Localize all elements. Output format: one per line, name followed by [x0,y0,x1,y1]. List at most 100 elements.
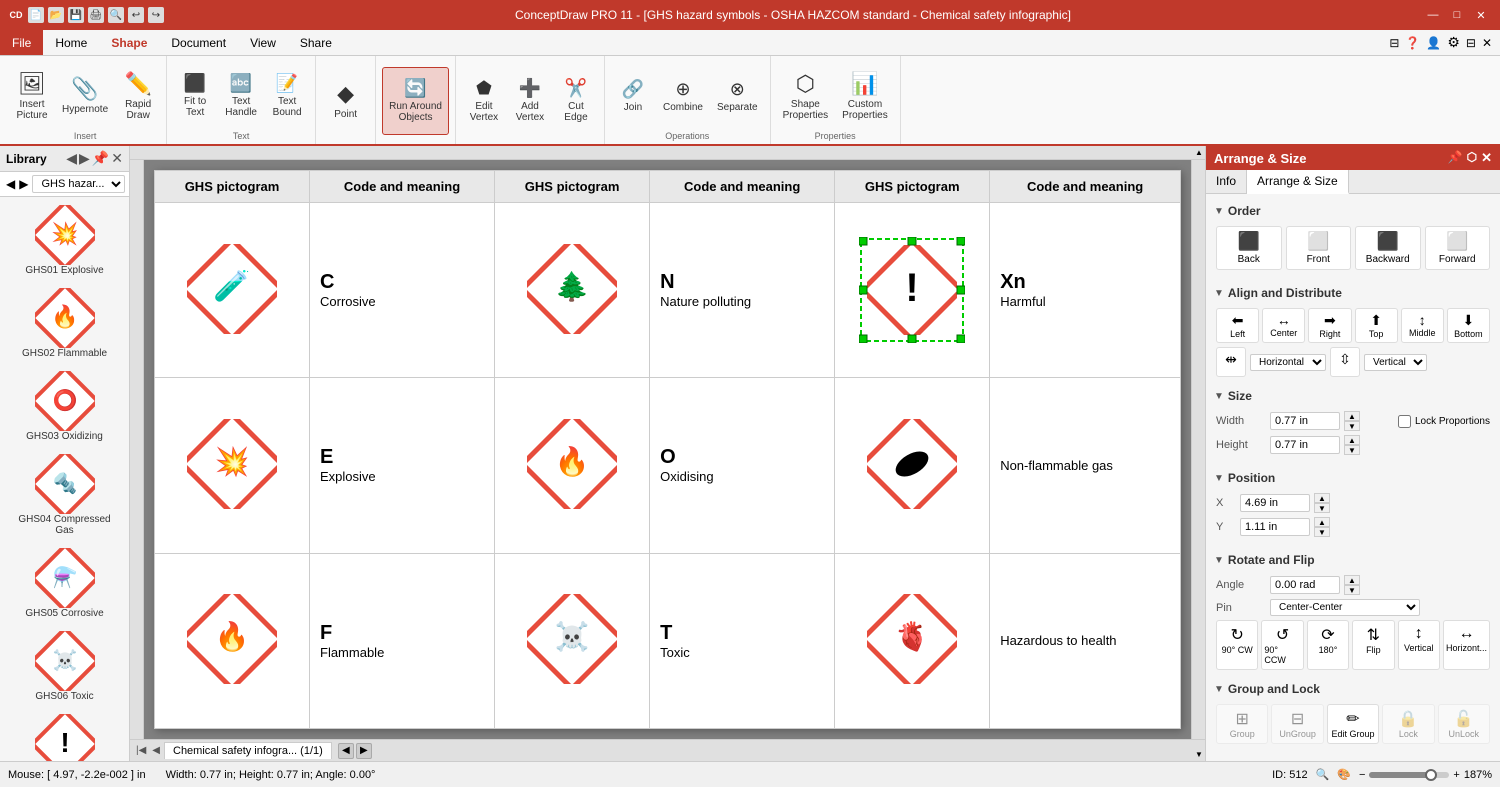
canvas-scroll-top[interactable] [130,146,1205,160]
search-icon[interactable]: 🔍 [108,7,124,23]
library-right-arrow[interactable]: ▶ [19,177,28,191]
settings-icon[interactable]: ⚙ [1447,34,1460,51]
library-left-arrow[interactable]: ◀ [6,177,15,191]
library-item-ghs06[interactable]: ☠️ GHS06 Toxic [10,627,120,706]
zoom-out-btn[interactable]: − [1359,769,1365,781]
angle-down-btn[interactable]: ▼ [1344,585,1360,595]
width-up-btn[interactable]: ▲ [1344,411,1360,421]
section-position-header[interactable]: ▼ Position [1212,467,1494,489]
flip-horizontal-btn[interactable]: ↔ Horizont... [1443,620,1490,670]
flip-btn[interactable]: ⇅ Flip [1352,620,1394,670]
text-bound-btn[interactable]: 📝 TextBound [265,62,309,130]
cell-sym-toxic[interactable]: ☠️ [495,553,650,728]
tab-arrow-left[interactable]: ◀ [338,743,354,759]
height-down-btn[interactable]: ▼ [1344,445,1360,455]
width-input[interactable] [1270,412,1340,430]
align-bottom-btn[interactable]: ⬇ Bottom [1447,308,1490,343]
fit-to-text-btn[interactable]: ⬛ Fit toText [173,62,217,130]
backward-btn[interactable]: ⬛ Backward [1355,226,1421,270]
section-group-header[interactable]: ▼ Group and Lock [1212,678,1494,700]
canvas-scroll-right[interactable]: ▼ ▲ [1191,160,1205,739]
align-right-btn[interactable]: ➡ Right [1308,308,1351,343]
panel-pin-icon[interactable]: 📌 [1448,150,1463,166]
align-left-btn[interactable]: ⬅ Left [1216,308,1259,343]
edit-vertex-btn[interactable]: ⬟ EditVertex [462,67,506,135]
lock-proportions-checkbox[interactable] [1398,415,1411,428]
cell-sym-oxidising[interactable]: 🔥 [495,378,650,553]
edit-group-btn[interactable]: ✏ Edit Group [1327,704,1379,744]
insert-picture-btn[interactable]: 🖼 InsertPicture [10,62,54,130]
panel-collapse-icon[interactable]: ⊟ [1466,36,1476,50]
library-item-ghs04[interactable]: 🔩 GHS04 Compressed Gas [10,450,120,540]
flip-vertical-btn[interactable]: ↕ Vertical [1398,620,1440,670]
cell-sym-flammable[interactable]: 🔥 [155,553,310,728]
menu-file[interactable]: File [0,30,43,55]
run-around-objects-btn[interactable]: 🔄 Run AroundObjects [382,67,449,135]
angle-up-btn[interactable]: ▲ [1344,575,1360,585]
combine-btn[interactable]: ⊕ Combine [657,62,709,130]
section-rotate-header[interactable]: ▼ Rotate and Flip [1212,549,1494,571]
distribute-horiz-btn[interactable]: ⇹ [1216,347,1246,377]
y-down-btn[interactable]: ▼ [1314,527,1330,537]
panel-close-icon[interactable]: ✕ [1482,36,1492,50]
library-item-ghs07[interactable]: ! GHS07 [10,710,120,761]
section-order-header[interactable]: ▼ Order [1212,200,1494,222]
library-item-ghs01[interactable]: 💥 GHS01 Explosive [10,201,120,280]
angle-input[interactable] [1270,576,1340,594]
cell-sym-nature[interactable]: 🌲 [495,203,650,378]
menu-home[interactable]: Home [43,30,99,55]
separate-btn[interactable]: ⊗ Separate [711,62,764,130]
zoom-in-btn[interactable]: + [1453,769,1459,781]
x-down-btn[interactable]: ▼ [1314,503,1330,513]
rotate-90cw-btn[interactable]: ↻ 90° CW [1216,620,1258,670]
height-input[interactable] [1270,436,1340,454]
tab-arrow-right[interactable]: ▶ [356,743,372,759]
zoom-bar[interactable] [1369,772,1449,778]
rapid-draw-btn[interactable]: ✏️ RapidDraw [116,62,160,130]
doc-tab-chemical[interactable]: Chemical safety infogra... (1/1) [164,742,332,759]
menu-document[interactable]: Document [159,30,238,55]
rotate-180-btn[interactable]: ⟳ 180° [1307,620,1349,670]
align-middle-btn[interactable]: ↕ Middle [1401,308,1444,343]
y-input[interactable] [1240,518,1310,536]
tab-prev-btn[interactable]: ◀ [150,745,162,756]
save-icon-btn[interactable]: 💾 [68,7,84,23]
x-input[interactable] [1240,494,1310,512]
distribute-vert-btn[interactable]: ⇳ [1330,347,1360,377]
unlock-btn[interactable]: 🔓 UnLock [1438,704,1490,744]
minimize-btn[interactable]: — [1422,4,1444,26]
canvas-main[interactable]: GHS pictogram Code and meaning GHS picto… [144,160,1191,739]
new-icon[interactable]: 📄 [28,7,44,23]
cell-sym-harmful-selected[interactable]: ! [835,203,990,378]
y-up-btn[interactable]: ▲ [1314,517,1330,527]
align-top-btn[interactable]: ⬆ Top [1355,308,1398,343]
ungroup-btn[interactable]: ⊟ UnGroup [1271,704,1323,744]
vertical-dropdown[interactable]: Vertical [1364,354,1427,371]
join-btn[interactable]: 🔗 Join [611,62,655,130]
library-prev-btn[interactable]: ◀ [66,150,77,167]
library-next-btn[interactable]: ▶ [79,150,90,167]
print-icon[interactable]: 🖨 [88,7,104,23]
cell-sym-explosive[interactable]: 💥 [155,378,310,553]
library-item-ghs02[interactable]: 🔥 GHS02 Flammable [10,284,120,363]
pin-dropdown[interactable]: Center-Center [1270,599,1420,616]
cut-edge-btn[interactable]: ✂️ CutEdge [554,67,598,135]
width-down-btn[interactable]: ▼ [1344,421,1360,431]
library-dropdown[interactable]: GHS hazar... [32,175,125,193]
open-icon[interactable]: 📂 [48,7,64,23]
cell-sym-health[interactable]: 🫀 [835,553,990,728]
text-handle-btn[interactable]: 🔤 TextHandle [219,62,263,130]
menu-view[interactable]: View [238,30,288,55]
custom-properties-btn[interactable]: 📊 CustomProperties [836,62,894,130]
color-status-icon[interactable]: 🎨 [1337,768,1351,781]
front-btn[interactable]: ⬜ Front [1286,226,1352,270]
panel-expand-icon[interactable]: ⬡ [1467,150,1477,166]
point-btn[interactable]: ◆ Point [324,67,368,135]
tab-info[interactable]: Info [1206,170,1247,193]
profile-icon[interactable]: 👤 [1426,36,1441,50]
menu-share[interactable]: Share [288,30,344,55]
menu-shape[interactable]: Shape [99,30,159,55]
library-item-ghs05[interactable]: ⚗️ GHS05 Corrosive [10,544,120,623]
library-close-btn[interactable]: ✕ [111,150,123,167]
section-size-header[interactable]: ▼ Size [1212,385,1494,407]
